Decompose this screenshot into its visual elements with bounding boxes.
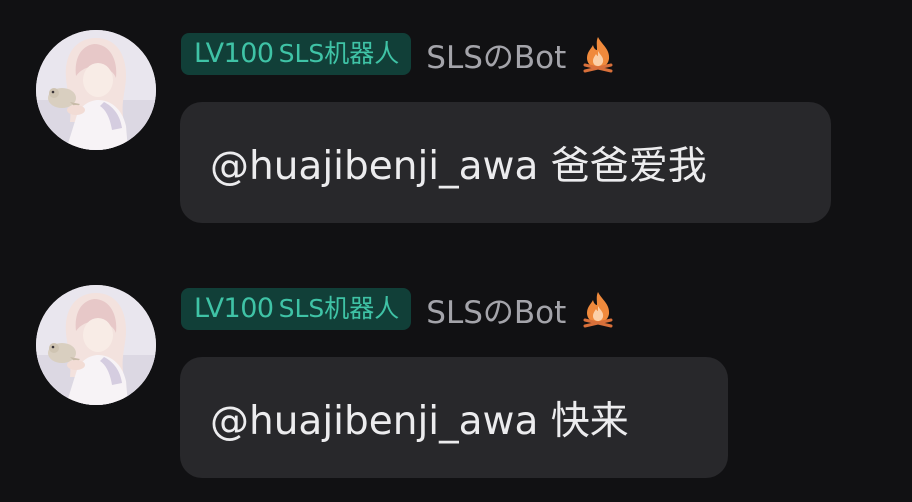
level-label: LV100 (194, 38, 274, 69)
member-title: SLS机器人 (278, 294, 400, 323)
level-badge: LV100 SLS机器人 (181, 33, 412, 75)
message-text: @huajibenji_awa 爸爸爱我 (210, 143, 707, 189)
level-badge: LV100 SLS机器人 (181, 288, 412, 330)
avatar[interactable] (36, 30, 156, 150)
sender-meta: LV100 SLS机器人 SLSのBot (181, 287, 614, 332)
avatar[interactable] (36, 285, 156, 405)
message-bubble[interactable]: @huajibenji_awa 爸爸爱我 (180, 102, 831, 223)
message-text: @huajibenji_awa 快来 (210, 398, 629, 444)
level-label: LV100 (194, 293, 274, 324)
sender-name[interactable]: SLSのBot (426, 287, 566, 332)
sender-name[interactable]: SLSのBot (426, 32, 566, 77)
fire-icon (582, 35, 614, 73)
sender-meta: LV100 SLS机器人 SLSのBot (181, 32, 614, 77)
fire-icon (582, 290, 614, 328)
message-bubble[interactable]: @huajibenji_awa 快来 (180, 357, 728, 478)
member-title: SLS机器人 (278, 39, 400, 68)
